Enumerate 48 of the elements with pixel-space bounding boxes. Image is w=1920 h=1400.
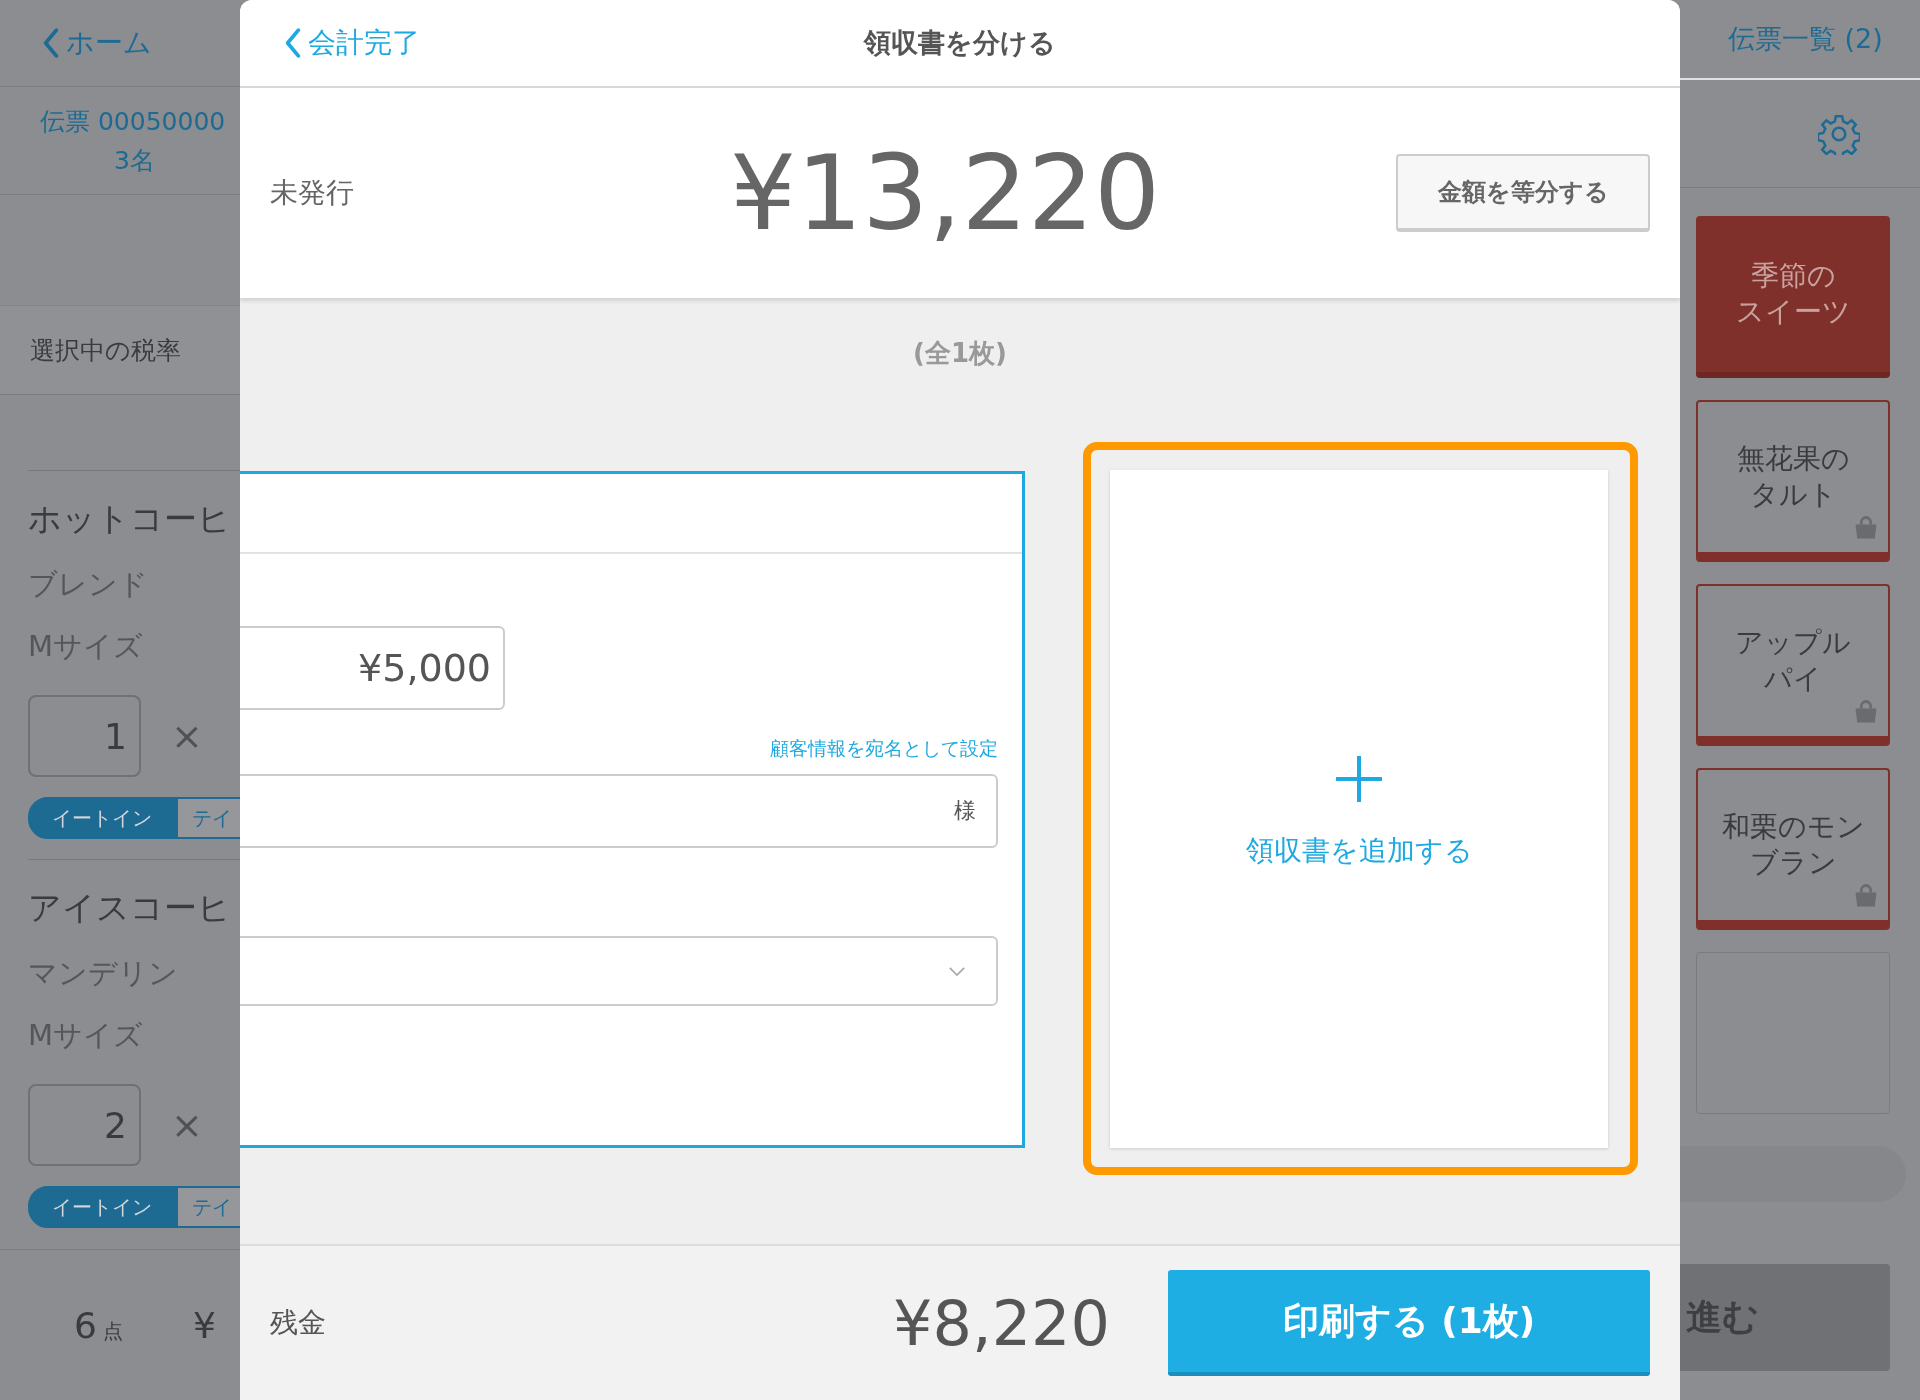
dropdown-field[interactable] — [240, 936, 998, 1006]
tile-label: 季節の — [1750, 257, 1836, 294]
total-amount: ¥13,220 — [730, 132, 1162, 254]
split-evenly-button[interactable]: 金額を等分する — [1396, 154, 1650, 232]
balance-amount: ¥8,220 — [892, 1286, 1111, 1360]
back-chevron-icon — [42, 28, 60, 58]
plus-icon — [1334, 753, 1384, 804]
back-link[interactable]: ホーム — [42, 24, 152, 62]
tile-label: パイ — [1764, 661, 1822, 697]
quantity-field[interactable]: 2 — [28, 1084, 141, 1166]
multiply-sign: × — [171, 714, 203, 758]
item-name: ホットコーヒ — [28, 498, 232, 540]
quantity-field[interactable]: 1 — [28, 695, 141, 777]
balance-label: 残金 — [270, 1305, 327, 1341]
tile-label: スイーツ — [1735, 294, 1851, 330]
tile-label: タルト — [1749, 477, 1837, 513]
tile-label: 無花果の — [1736, 440, 1850, 477]
settings-icon — [1818, 112, 1860, 155]
tax-rate-label: 選択中の税率 — [0, 306, 240, 395]
name-field[interactable]: 様 — [240, 774, 998, 848]
status-label: 未発行 — [270, 175, 355, 211]
sheet-count: (全1枚) — [912, 337, 1008, 368]
menu-tile[interactable]: 和栗のモン ブラン — [1696, 768, 1890, 930]
amount-field[interactable]: ¥5,000 — [240, 626, 505, 710]
tile-label: 和栗のモン — [1721, 808, 1865, 845]
total-amount: ¥ — [192, 1304, 216, 1346]
service-tab[interactable]: イートイン — [28, 797, 176, 839]
chevron-down-icon — [948, 965, 966, 977]
menu-tile[interactable]: 無花果の タルト — [1696, 400, 1890, 562]
item-name: アイスコーヒ — [28, 887, 232, 929]
item-count: 6 点 — [74, 1304, 123, 1346]
print-button[interactable]: 印刷する (1枚) — [1168, 1270, 1650, 1376]
service-tab[interactable]: イートイン — [28, 1186, 176, 1228]
back-chevron-icon — [284, 28, 302, 58]
receipt-card[interactable]: ¥5,000 顧客情報を宛名として設定 様 — [240, 471, 1025, 1148]
guest-count: 3名 — [113, 144, 156, 177]
customer-info-link[interactable]: 顧客情報を宛名として設定 — [240, 736, 998, 762]
back-link[interactable]: 会計完了 — [284, 24, 420, 62]
menu-tile[interactable]: アップル パイ — [1696, 584, 1890, 746]
multiply-sign: × — [171, 1103, 203, 1147]
menu-tile[interactable]: 季節の スイーツ — [1696, 216, 1890, 378]
tile-label: アップル — [1735, 624, 1851, 661]
slip-number: 伝票 00050000 — [39, 105, 227, 138]
slip-list-link[interactable]: 伝票一覧 (2) — [1728, 21, 1883, 57]
honorific-suffix: 様 — [954, 797, 976, 825]
tile-label: ブラン — [1749, 845, 1837, 881]
dialog-title: 領収書を分ける — [862, 26, 1057, 60]
add-receipt-button[interactable]: 領収書を追加する — [1110, 470, 1608, 1148]
